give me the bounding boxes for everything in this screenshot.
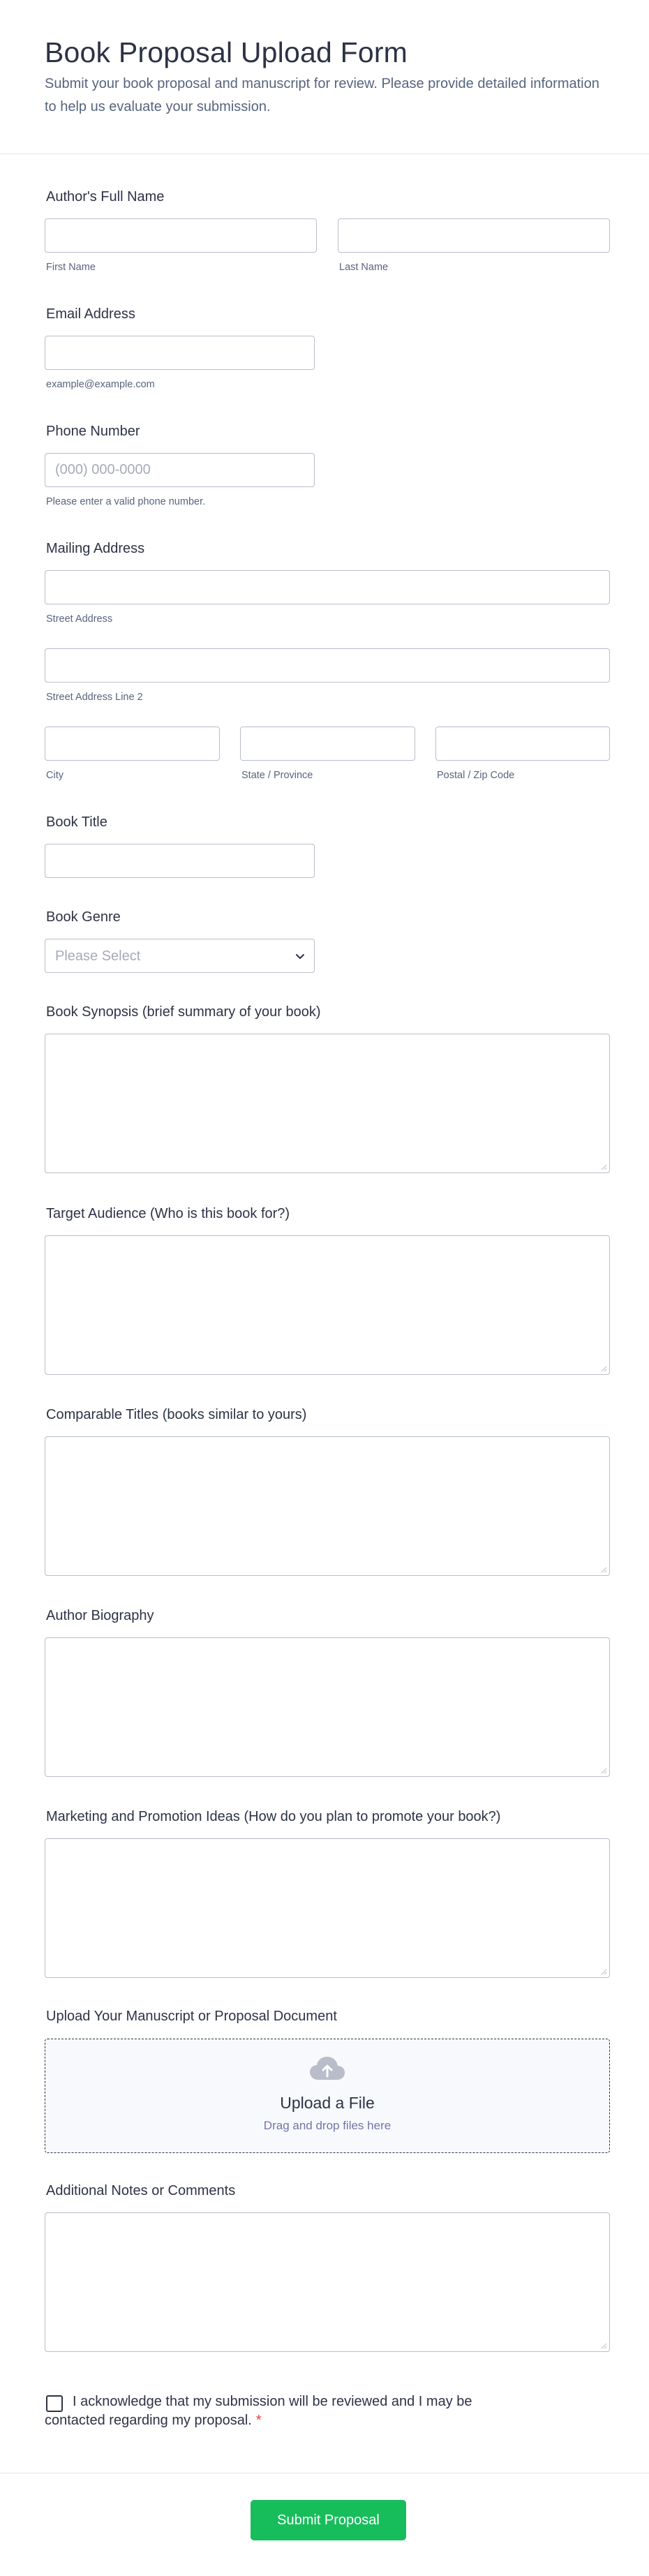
phone-sublabel: Please enter a valid phone number. — [46, 496, 206, 507]
synopsis-textarea[interactable] — [45, 1034, 610, 1173]
resize-handle-icon[interactable] — [600, 1767, 607, 1774]
street-address-line2-input[interactable] — [45, 648, 610, 683]
zip-input[interactable] — [435, 727, 610, 761]
book-genre-label: Book Genre — [46, 909, 121, 925]
required-mark: * — [255, 2413, 262, 2428]
file-upload-dropzone[interactable]: Upload a File Drag and drop files here — [45, 2039, 610, 2153]
city-input[interactable] — [45, 727, 220, 761]
submit-button[interactable]: Submit Proposal — [251, 2500, 406, 2540]
book-genre-select[interactable]: Please Select — [45, 939, 315, 973]
comparable-textarea[interactable] — [45, 1436, 610, 1576]
marketing-label: Marketing and Promotion Ideas (How do yo… — [46, 1809, 501, 1824]
page-title: Book Proposal Upload Form — [45, 36, 408, 68]
email-input[interactable] — [45, 336, 315, 370]
resize-handle-icon[interactable] — [600, 2342, 607, 2349]
form-header: Book Proposal Upload Form Submit your bo… — [0, 0, 649, 154]
resize-handle-icon[interactable] — [600, 1365, 607, 1372]
state-input[interactable] — [240, 727, 415, 761]
resize-handle-icon[interactable] — [600, 1163, 607, 1170]
upload-title: Upload a File — [280, 2094, 375, 2112]
last-name-sublabel: Last Name — [339, 262, 389, 273]
synopsis-label: Book Synopsis (brief summary of your boo… — [46, 1004, 321, 1020]
bio-textarea[interactable] — [45, 1637, 610, 1777]
acknowledge-label: I acknowledge that my submission will be… — [45, 2392, 533, 2430]
notes-label: Additional Notes or Comments — [46, 2183, 236, 2198]
street-address-sublabel: Street Address — [46, 613, 113, 625]
author-name-label: Author's Full Name — [46, 189, 165, 204]
notes-textarea[interactable] — [45, 2212, 610, 2352]
upload-subtitle: Drag and drop files here — [263, 2119, 391, 2132]
book-title-input[interactable] — [45, 844, 315, 878]
chevron-down-icon — [296, 954, 304, 959]
audience-label: Target Audience (Who is this book for?) — [46, 1206, 290, 1221]
marketing-textarea[interactable] — [45, 1838, 610, 1978]
book-genre-selected: Please Select — [55, 948, 141, 964]
phone-label: Phone Number — [46, 424, 140, 439]
cloud-upload-icon — [310, 2057, 345, 2080]
email-label: Email Address — [46, 306, 135, 322]
address-label: Mailing Address — [46, 541, 145, 556]
last-name-input[interactable] — [338, 218, 610, 253]
page-subtitle: Submit your book proposal and manuscript… — [45, 76, 599, 114]
upload-label: Upload Your Manuscript or Proposal Docum… — [46, 2009, 337, 2024]
book-title-label: Book Title — [46, 814, 107, 830]
first-name-sublabel: First Name — [46, 262, 96, 273]
first-name-input[interactable] — [45, 218, 317, 253]
street-address-line2-sublabel: Street Address Line 2 — [46, 692, 143, 703]
street-address-input[interactable] — [45, 570, 610, 604]
resize-handle-icon[interactable] — [600, 1566, 607, 1573]
phone-input[interactable] — [45, 453, 315, 487]
audience-textarea[interactable] — [45, 1235, 610, 1375]
zip-sublabel: Postal / Zip Code — [437, 770, 515, 781]
email-sublabel: example@example.com — [46, 379, 155, 390]
city-sublabel: City — [46, 770, 64, 781]
comparable-label: Comparable Titles (books similar to your… — [46, 1407, 307, 1422]
resize-handle-icon[interactable] — [600, 1968, 607, 1975]
bio-label: Author Biography — [46, 1608, 154, 1623]
state-sublabel: State / Province — [241, 770, 313, 781]
